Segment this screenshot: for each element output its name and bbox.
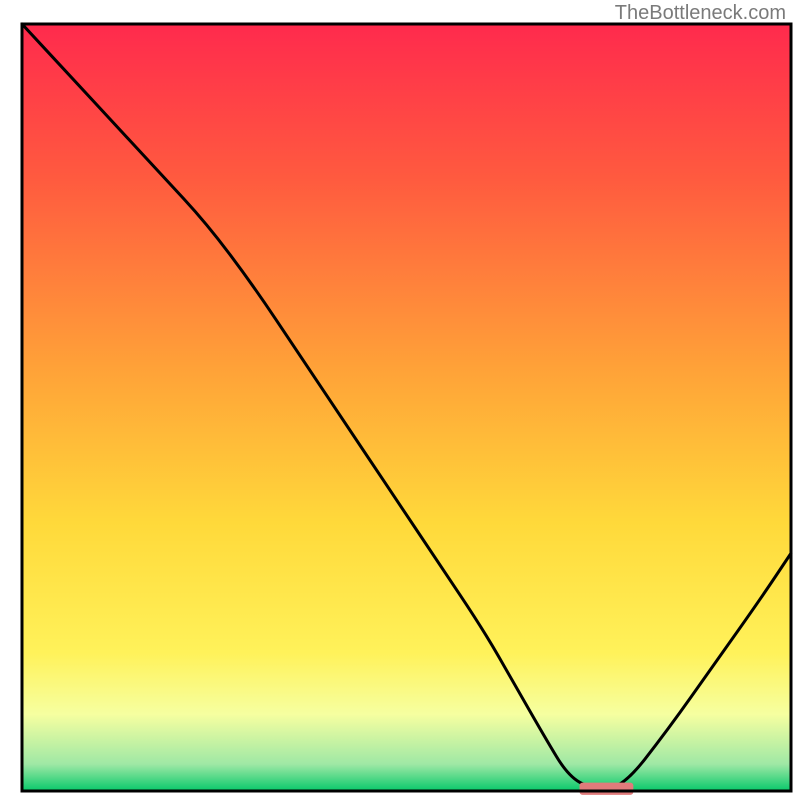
plot-background [22,24,791,791]
optimal-point-marker [580,783,634,795]
watermark-text: TheBottleneck.com [615,2,786,25]
bottleneck-chart [0,0,800,800]
chart-container: TheBottleneck.com [0,0,800,800]
